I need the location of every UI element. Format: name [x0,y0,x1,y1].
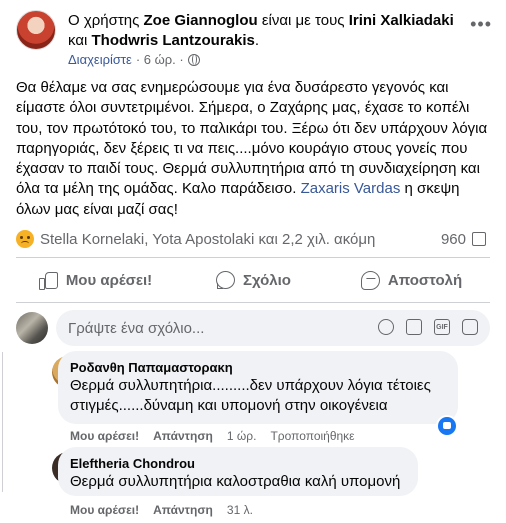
like-icon [38,270,58,290]
comment-1-like-link[interactable]: Μου αρέσει! [70,429,139,443]
camera-icon[interactable] [406,319,422,335]
comment-composer: GIF [16,310,490,346]
comment-2-bubble: Eleftheria Chondrou Θερμά συλλυπητήρια κ… [58,447,418,496]
send-button[interactable]: Αποστολή [332,262,490,298]
globe-icon [187,53,200,66]
like-reaction-icon [438,417,456,435]
messenger-icon [360,270,380,290]
mention-link[interactable]: Zaxaris Vardas [301,180,401,197]
post-actions: Μου αρέσει! Σχόλιο Αποστολή [16,262,490,298]
sad-reaction-icon[interactable] [16,230,34,248]
manage-link[interactable]: Διαχειρίστε [68,52,132,67]
like-button-label: Μου αρέσει! [65,271,153,289]
like-button[interactable]: Μου αρέσει! [16,262,174,298]
post-header: Ο χρήστης Zoe Giannoglou είναι με τους I… [16,8,496,67]
composer-tools: GIF [378,319,478,335]
comment-1-actions: Μου αρέσει! Απάντηση 1 ώρ. Τροποποιήθηκε [70,429,355,443]
current-user-avatar[interactable] [16,312,48,344]
share-count-icon [472,232,486,246]
divider-top [16,257,490,258]
comment-button-label: Σχόλιο [243,271,291,289]
comment-button[interactable]: Σχόλιο [174,262,332,298]
comment-2-time[interactable]: 31 λ. [227,503,253,517]
with-word: είναι με τους [261,12,345,29]
share-count[interactable]: 960 [441,231,486,248]
sticker-icon[interactable] [462,319,478,335]
share-count-value: 960 [440,230,466,248]
tagged-user-2-suffix: . [254,32,260,49]
tagged-user-2-link[interactable]: Thodwris Lantzourakis [92,32,255,49]
comment-2-actions: Μου αρέσει! Απάντηση 31 λ. [70,503,253,517]
divider-bottom [16,302,490,303]
comment-1-author[interactable]: Ροδανθη Παπαμαστορακη [70,359,446,376]
comment-1-edited: Τροποποιήθηκε [270,429,355,443]
comment-1-time[interactable]: 1 ώρ. [227,429,257,443]
reactions-bar: Stella Kornelaki, Yota Apostolaki και 2,… [16,228,490,250]
header-prefix: Ο χρήστης [68,12,140,29]
thread-line [2,352,3,492]
comment-1-text: Θερμά συλλυπητήρια.........δεν υπάρχουν … [70,377,431,414]
comment-2-text: Θερμά συλλυπητήρια καλοστραθια καλή υπομ… [70,473,401,490]
and-word: και [68,32,88,49]
send-button-label: Αποστολή [387,271,463,289]
post-header-text: Ο χρήστης Zoe Giannoglou είναι με τους I… [68,11,488,51]
comment-2-like-link[interactable]: Μου αρέσει! [70,503,139,517]
comment-2-reply-link[interactable]: Απάντηση [153,503,213,517]
tagged-user-1-link[interactable]: Irini Xalkiadaki [349,12,454,29]
author-name-link[interactable]: Zoe Giannoglou [144,12,258,29]
comment-1-reply-link[interactable]: Απάντηση [153,429,213,443]
reactions-summary[interactable]: Stella Kornelaki, Yota Apostolaki και 2,… [40,231,375,248]
comment-1-like-badge[interactable] [436,415,458,437]
comment-1-bubble: Ροδανθη Παπαμαστορακη Θερμά συλλυπητήρια… [58,351,458,424]
gif-icon[interactable]: GIF [434,319,450,335]
comment-2-author[interactable]: Eleftheria Chondrou [70,455,406,472]
emoji-icon[interactable] [378,319,394,335]
author-avatar[interactable] [16,10,56,50]
post-body: Θα θέλαμε να σας ενημερώσουμε για ένα δυ… [16,78,492,220]
more-options-icon[interactable]: ••• [470,14,492,35]
comment-icon [215,270,236,290]
post-time[interactable]: · 6 ώρ. · [136,52,184,67]
post-meta: Διαχειρίστε · 6 ώρ. · [68,52,200,67]
